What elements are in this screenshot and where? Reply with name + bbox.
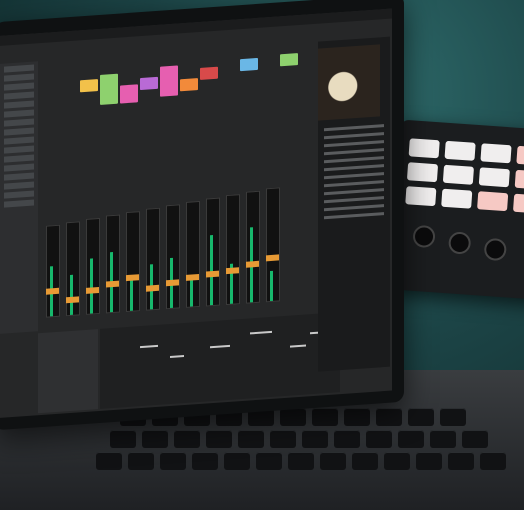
clip-slot xyxy=(280,53,298,67)
fader-icon xyxy=(226,194,240,306)
piano-roll-icon xyxy=(100,312,340,409)
keyboard-row xyxy=(96,452,506,470)
midi-note xyxy=(210,344,230,349)
mixer xyxy=(46,187,311,323)
fader-icon xyxy=(246,190,260,304)
drum-photo-icon xyxy=(318,44,380,121)
fader-icon xyxy=(206,197,220,307)
pad xyxy=(405,186,437,207)
laptop-screen xyxy=(0,0,404,431)
clip-slot xyxy=(200,66,218,80)
photo-scene xyxy=(0,0,524,510)
clip-slot xyxy=(240,57,258,72)
clip-slot xyxy=(100,73,118,105)
pad xyxy=(480,143,512,164)
midi-note xyxy=(290,344,306,348)
clip-slot xyxy=(160,65,178,97)
pad xyxy=(408,138,440,159)
pad xyxy=(441,188,473,209)
pad xyxy=(477,191,509,212)
pad xyxy=(512,193,524,214)
clip-slot xyxy=(180,78,198,92)
clip-slot xyxy=(120,84,138,104)
fader-icon xyxy=(166,204,180,310)
midi-note xyxy=(140,344,158,349)
fader-icon xyxy=(86,217,100,315)
pad xyxy=(514,169,524,190)
keyboard-row xyxy=(110,430,488,448)
fader-icon xyxy=(66,221,80,317)
fader-icon xyxy=(46,224,60,318)
browser-panel xyxy=(0,61,38,334)
clip-slot xyxy=(80,79,98,93)
pad-controller xyxy=(389,119,524,301)
pad xyxy=(442,164,475,185)
midi-note xyxy=(250,330,272,335)
knob-icon xyxy=(483,237,508,262)
fader-icon xyxy=(106,214,120,314)
midi-note xyxy=(170,355,184,359)
pad xyxy=(516,145,524,166)
pad xyxy=(478,167,510,188)
clip-slot xyxy=(140,76,158,91)
daw-window xyxy=(0,8,392,418)
fader-icon xyxy=(186,200,200,308)
knob-icon xyxy=(412,224,436,249)
fader-icon xyxy=(126,211,140,313)
pad xyxy=(444,140,476,161)
fader-icon xyxy=(266,187,280,303)
fader-icon xyxy=(146,207,160,311)
knob-icon xyxy=(447,231,472,255)
device-panel xyxy=(38,329,98,414)
pad xyxy=(406,162,439,183)
